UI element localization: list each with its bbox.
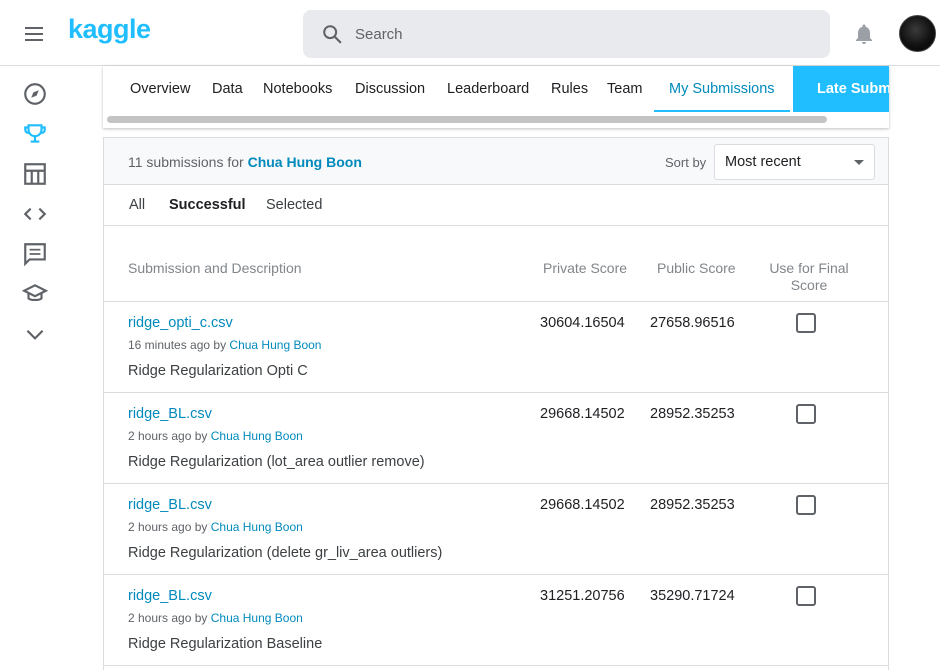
sort-label: Sort by [665, 155, 707, 170]
filter-successful[interactable]: Successful [169, 197, 246, 213]
caret-down-icon [854, 160, 864, 165]
col-header-private-score: Private Score [543, 260, 628, 276]
bell-icon[interactable] [852, 22, 876, 46]
submission-meta: 2 hours ago by Chua Hung Boon [128, 611, 303, 625]
author-link[interactable]: Chua Hung Boon [211, 520, 303, 534]
submissions-header: 11 submissions for Chua Hung Boon Sort b… [104, 138, 888, 185]
final-score-checkbox[interactable] [796, 404, 816, 424]
tab-leaderboard[interactable]: Leaderboard [447, 66, 529, 112]
submissions-panel: 11 submissions for Chua Hung Boon Sort b… [103, 137, 889, 670]
compass-icon[interactable] [22, 81, 48, 107]
code-icon[interactable] [22, 201, 48, 227]
col-header-final-line-2: Score [790, 277, 828, 293]
author-link[interactable]: Chua Hung Boon [229, 338, 321, 352]
kaggle-logo[interactable]: kaggle [68, 14, 151, 45]
col-header-public-score: Public Score [657, 260, 736, 276]
public-score: 28952.35253 [650, 406, 735, 422]
submission-filters: All Successful Selected [104, 185, 888, 226]
submission-description: Ridge Regularization (lot_area outlier r… [128, 454, 425, 470]
final-score-checkbox[interactable] [796, 495, 816, 515]
tab-rules[interactable]: Rules [551, 66, 588, 112]
avatar[interactable] [899, 15, 936, 52]
table-row: ridge_opti_c.csv 16 minutes ago by Chua … [104, 302, 888, 393]
submission-file-link[interactable]: ridge_BL.csv [128, 406, 212, 422]
private-score: 29668.14502 [540, 497, 625, 513]
submission-description: Ridge Regularization (delete gr_liv_area… [128, 545, 443, 561]
submission-meta: 2 hours ago by Chua Hung Boon [128, 429, 303, 443]
tab-discussion[interactable]: Discussion [355, 66, 425, 112]
private-score: 31251.20756 [540, 588, 625, 604]
search-icon [323, 25, 342, 44]
submission-time: 2 hours ago by [128, 520, 208, 534]
submitter-name-link[interactable]: Chua Hung Boon [248, 154, 362, 170]
final-score-checkbox[interactable] [796, 586, 816, 606]
tab-overview[interactable]: Overview [130, 66, 190, 112]
submission-file-link[interactable]: ridge_opti_c.csv [128, 315, 233, 331]
submission-meta: 16 minutes ago by Chua Hung Boon [128, 338, 321, 352]
table-row: ridge_BL.csv 2 hours ago by Chua Hung Bo… [104, 393, 888, 484]
trophy-icon[interactable] [22, 121, 48, 147]
filter-all[interactable]: All [129, 197, 145, 213]
submission-time: 2 hours ago by [128, 429, 208, 443]
menu-icon[interactable] [22, 22, 46, 46]
search-input[interactable] [355, 22, 815, 46]
header: kaggle [0, 0, 940, 66]
author-link[interactable]: Chua Hung Boon [211, 429, 303, 443]
submission-file-link[interactable]: ridge_BL.csv [128, 497, 212, 513]
school-icon[interactable] [22, 281, 48, 307]
horizontal-scrollbar[interactable] [107, 116, 827, 123]
col-header-description: Submission and Description [128, 260, 302, 276]
public-score: 27658.96516 [650, 315, 735, 331]
submission-count-prefix: 11 submissions for [128, 154, 244, 170]
table-icon[interactable] [22, 161, 48, 187]
table-header: Submission and Description Private Score… [104, 226, 888, 302]
search-bar[interactable] [303, 10, 830, 58]
submission-file-link[interactable]: ridge_BL.csv [128, 588, 212, 604]
comment-icon[interactable] [22, 241, 48, 267]
table-row: ridge_BL.csv 2 hours ago by Chua Hung Bo… [104, 575, 888, 666]
col-header-final-line-1: Use for Final [769, 260, 849, 276]
public-score: 35290.71724 [650, 588, 735, 604]
submission-description: Ridge Regularization Baseline [128, 636, 323, 652]
submission-meta: 2 hours ago by Chua Hung Boon [128, 520, 303, 534]
submission-count: 11 submissions for Chua Hung Boon [128, 154, 362, 170]
col-header-final-score: Use for Final Score [759, 260, 859, 293]
submission-time: 2 hours ago by [128, 611, 208, 625]
final-score-checkbox[interactable] [796, 313, 816, 333]
submission-description: Ridge Regularization Opti C [128, 363, 308, 379]
competition-tabs: Overview Data Notebooks Discussion Leade… [103, 66, 889, 128]
sort-value: Most recent [725, 154, 801, 170]
submission-time: 16 minutes ago by [128, 338, 227, 352]
tab-team[interactable]: Team [607, 66, 642, 112]
private-score: 30604.16504 [540, 315, 625, 331]
chevron-down-icon[interactable] [22, 321, 48, 347]
tab-data[interactable]: Data [212, 66, 243, 112]
tab-my-submissions[interactable]: My Submissions [654, 66, 790, 112]
tab-late-submission[interactable]: Late Subm [793, 66, 889, 112]
author-link[interactable]: Chua Hung Boon [211, 611, 303, 625]
sidebar [0, 66, 70, 670]
public-score: 28952.35253 [650, 497, 735, 513]
filter-selected[interactable]: Selected [266, 197, 322, 213]
private-score: 29668.14502 [540, 406, 625, 422]
tab-notebooks[interactable]: Notebooks [263, 66, 332, 112]
table-row: ridge_BL.csv 2 hours ago by Chua Hung Bo… [104, 484, 888, 575]
sort-dropdown[interactable]: Most recent [714, 144, 875, 180]
